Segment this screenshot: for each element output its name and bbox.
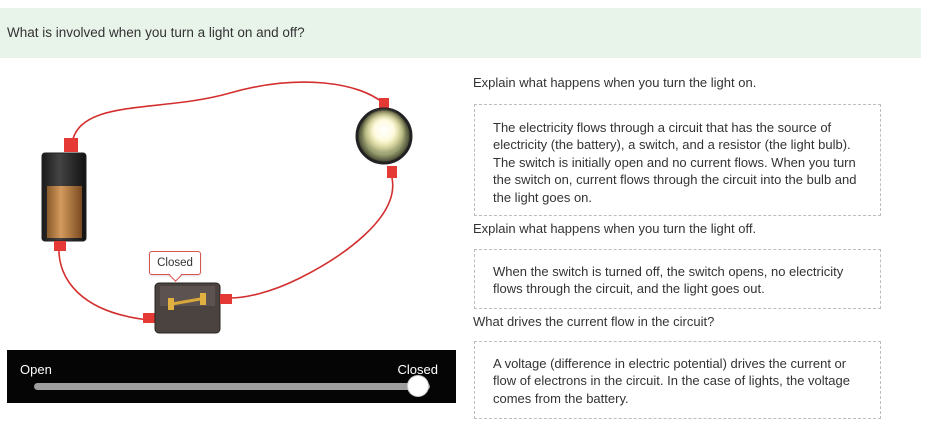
answer-box-3: A voltage (difference in electric potent…: [474, 341, 881, 419]
battery-icon: [41, 138, 87, 251]
question-1: Explain what happens when you turn the l…: [473, 75, 757, 90]
question-3: What drives the current flow in the circ…: [473, 314, 715, 329]
circuit-diagram: [41, 81, 413, 334]
wire-icon: [71, 81, 384, 144]
wire-icon: [58, 247, 151, 321]
question-header: What is involved when you turn a light o…: [0, 8, 921, 58]
wire-icon: [229, 177, 394, 299]
slider-label-open: Open: [20, 362, 52, 377]
answer-text-3: A voltage (difference in electric potent…: [493, 356, 850, 406]
slider-thumb[interactable]: [408, 376, 428, 396]
switch-icon: [143, 282, 232, 334]
answer-box-1: The electricity flows through a circuit …: [474, 104, 881, 216]
page-question: What is involved when you turn a light o…: [7, 25, 305, 40]
switch-state-tooltip: Closed: [149, 251, 201, 275]
answer-text-1: The electricity flows through a circuit …: [493, 120, 857, 205]
slider-track[interactable]: [34, 383, 430, 390]
answer-box-2: When the switch is turned off, the switc…: [474, 249, 881, 309]
switch-slider-control[interactable]: Open Closed: [7, 350, 456, 403]
answer-text-2: When the switch is turned off, the switc…: [493, 264, 844, 297]
slider-label-closed: Closed: [397, 362, 438, 377]
question-2: Explain what happens when you turn the l…: [473, 221, 757, 236]
light-bulb-icon: [355, 98, 413, 178]
